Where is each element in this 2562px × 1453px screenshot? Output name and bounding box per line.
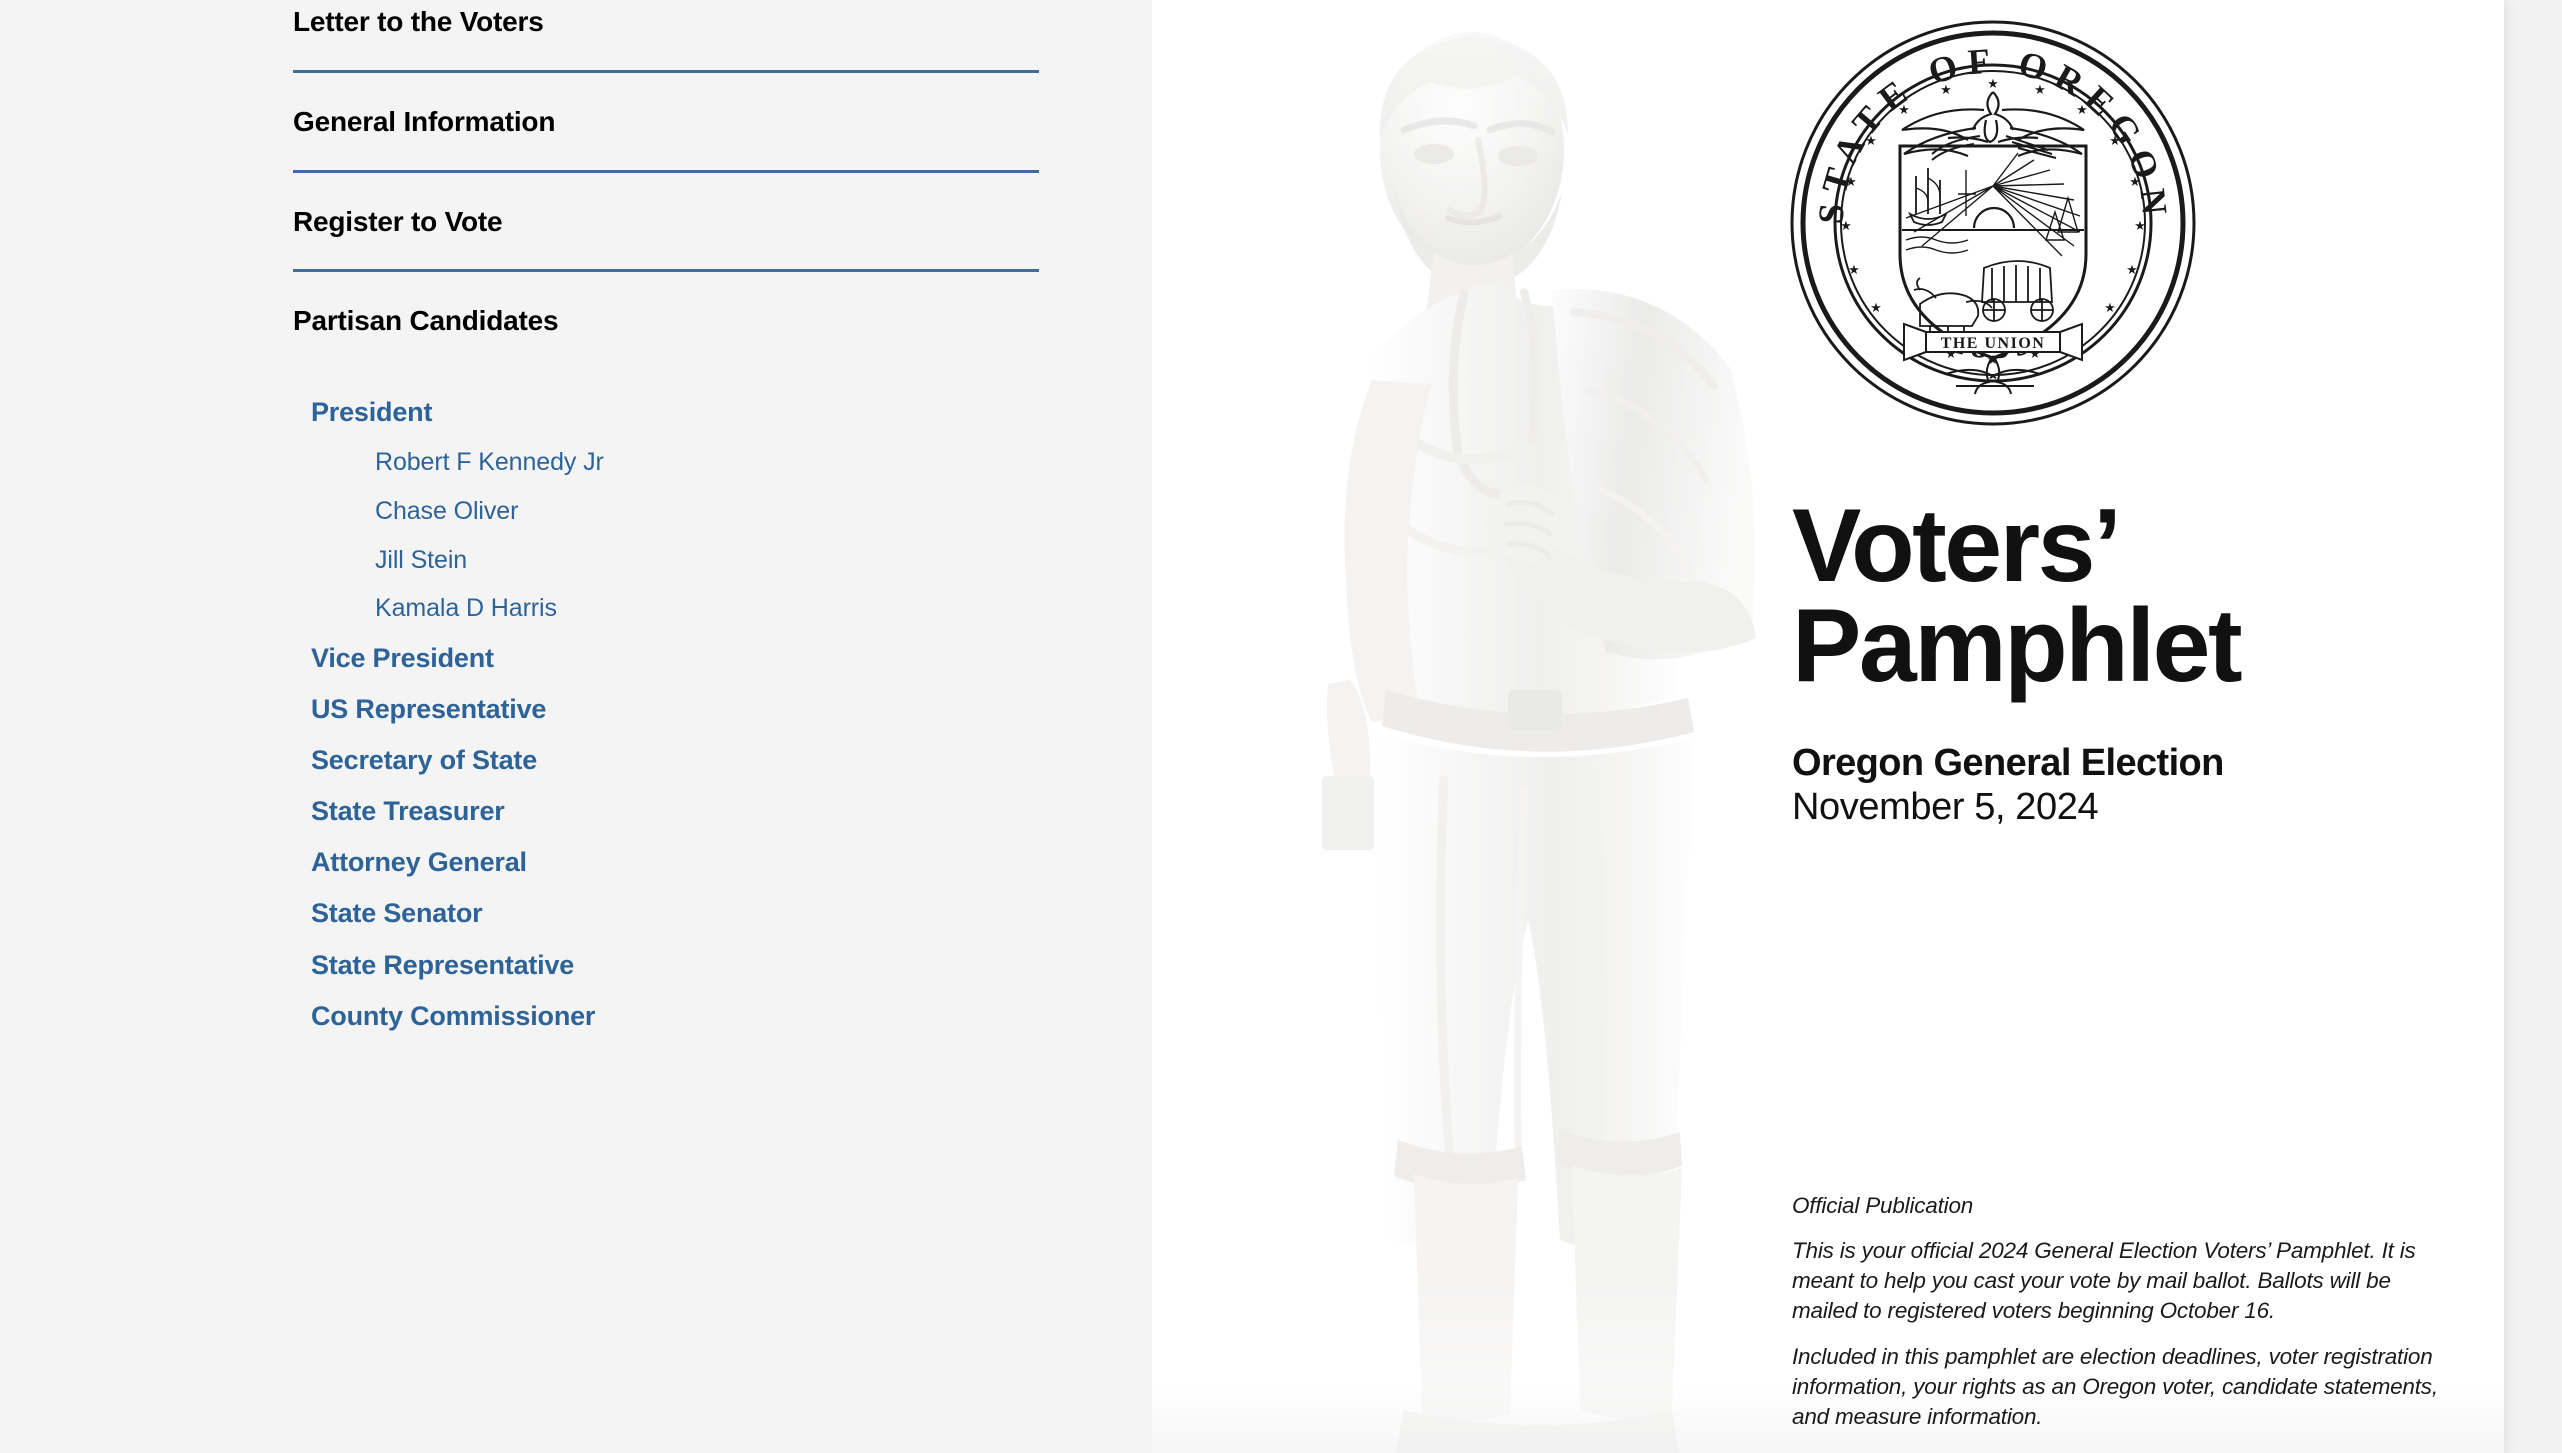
svg-text:★: ★: [1940, 82, 1952, 97]
outline-item-partisan-candidates[interactable]: Partisan Candidates: [293, 272, 1039, 369]
outline-item-county-commissioner[interactable]: County Commissioner: [293, 991, 1039, 1042]
outline-item-vice-president[interactable]: Vice President: [293, 633, 1039, 684]
election-date: November 5, 2024: [1792, 786, 2099, 829]
outline-item-general-information[interactable]: General Information: [293, 73, 1039, 170]
outline-item-candidate[interactable]: Jill Stein: [293, 536, 1039, 585]
outline-item-state-representative[interactable]: State Representative: [293, 940, 1039, 991]
election-name: Oregon General Election: [1792, 741, 2224, 784]
partisan-candidates-group: President Robert F Kennedy Jr Chase Oliv…: [293, 387, 1039, 1041]
outline-item-register-to-vote[interactable]: Register to Vote: [293, 173, 1039, 270]
state-seal-icon: STATE OF OREGON 1859 ★ ★ ★: [1788, 18, 2198, 428]
pamphlet-cover-page: STATE OF OREGON 1859 ★ ★ ★: [1152, 0, 2504, 1453]
svg-text:★: ★: [1870, 300, 1882, 315]
svg-text:★: ★: [2076, 102, 2088, 117]
official-publication-paragraph: This is your official 2024 General Elect…: [1792, 1238, 2416, 1323]
pdf-viewer: Letter to the Voters General Information…: [0, 0, 2562, 1453]
outline-item-state-treasurer[interactable]: State Treasurer: [293, 786, 1039, 837]
official-publication-paragraph: Included in this pamphlet are election d…: [1792, 1343, 2438, 1429]
svg-text:★: ★: [1848, 262, 1860, 277]
outline-item-us-representative[interactable]: US Representative: [293, 684, 1039, 735]
svg-text:★: ★: [1987, 76, 1999, 91]
outline-item-secretary-of-state[interactable]: Secretary of State: [293, 735, 1039, 786]
svg-text:★: ★: [2134, 218, 2146, 233]
cover-title-block: Voters’ Pamphlet Oregon General Election…: [1792, 494, 2472, 829]
oregon-pioneer-statue-image: [1172, 0, 1892, 1453]
svg-text:★: ★: [2104, 300, 2116, 315]
svg-text:★: ★: [1845, 174, 1857, 189]
title-line-2: Pamphlet: [1792, 587, 2243, 704]
outline-item-candidate[interactable]: Chase Oliver: [293, 487, 1039, 536]
official-publication-heading: Official Publication: [1792, 1193, 1974, 1218]
outline-item-attorney-general[interactable]: Attorney General: [293, 837, 1039, 888]
page-title: Voters’ Pamphlet: [1792, 494, 2472, 698]
svg-text:★: ★: [1840, 218, 1852, 233]
svg-text:THE UNION: THE UNION: [1941, 335, 2046, 352]
svg-text:★: ★: [1865, 133, 1877, 148]
title-line-1: Voters’: [1792, 488, 2122, 604]
outline-item-state-senator[interactable]: State Senator: [293, 888, 1039, 939]
outline-item-candidate[interactable]: Robert F Kennedy Jr: [293, 438, 1039, 487]
svg-text:★: ★: [2109, 133, 2121, 148]
outline-item-president[interactable]: President: [293, 387, 1039, 438]
official-publication-block: Official Publication This is your offici…: [1792, 1192, 2452, 1448]
outline-list: Letter to the Voters General Information…: [293, 0, 1039, 1042]
svg-text:★: ★: [2034, 82, 2046, 97]
svg-text:★: ★: [1898, 102, 1910, 117]
svg-text:★: ★: [2126, 262, 2138, 277]
document-outline-sidebar[interactable]: Letter to the Voters General Information…: [0, 0, 1152, 1453]
document-canvas[interactable]: STATE OF OREGON 1859 ★ ★ ★: [1152, 0, 2562, 1453]
outline-item-letter-to-the-voters[interactable]: Letter to the Voters: [293, 0, 1039, 70]
svg-text:★: ★: [2129, 174, 2141, 189]
outline-item-candidate[interactable]: Kamala D Harris: [293, 584, 1039, 633]
